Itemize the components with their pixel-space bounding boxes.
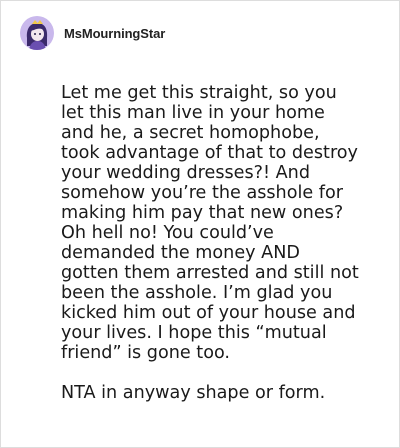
user-avatar-icon[interactable] (20, 16, 54, 50)
comment-card: MsMourningStar Let me get this straight,… (0, 0, 400, 448)
comment-line: gotten them arrested and still not (61, 263, 359, 283)
comment-line: your wedding dresses?! And (61, 163, 311, 183)
comment-line: been the asshole. I’m glad you (61, 283, 333, 303)
comment-body: Let me get this straight, so you let thi… (61, 83, 391, 403)
comment-line: friend” is gone too. (61, 343, 231, 363)
comment-line: Let me get this straight, so you (61, 83, 337, 103)
comment-line: kicked him out of your house and (61, 303, 356, 323)
comment-line: let this man live in your home (61, 103, 325, 123)
comment-line: somehow you’re the asshole for (61, 183, 343, 203)
comment-line: and he, a secret homophobe, (61, 123, 320, 143)
comment-line: demanded the money AND (61, 243, 300, 263)
username[interactable]: MsMourningStar (64, 26, 165, 41)
comment-header: MsMourningStar (20, 15, 165, 51)
comment-line: your lives. I hope this “mutual (61, 323, 327, 343)
comment-line: Oh hell no! You could’ve (61, 223, 274, 243)
verdict-line: NTA in anyway shape or form. (61, 383, 326, 403)
comment-line: took advantage of that to destroy (61, 143, 358, 163)
comment-line: making him pay that new ones? (61, 203, 344, 223)
